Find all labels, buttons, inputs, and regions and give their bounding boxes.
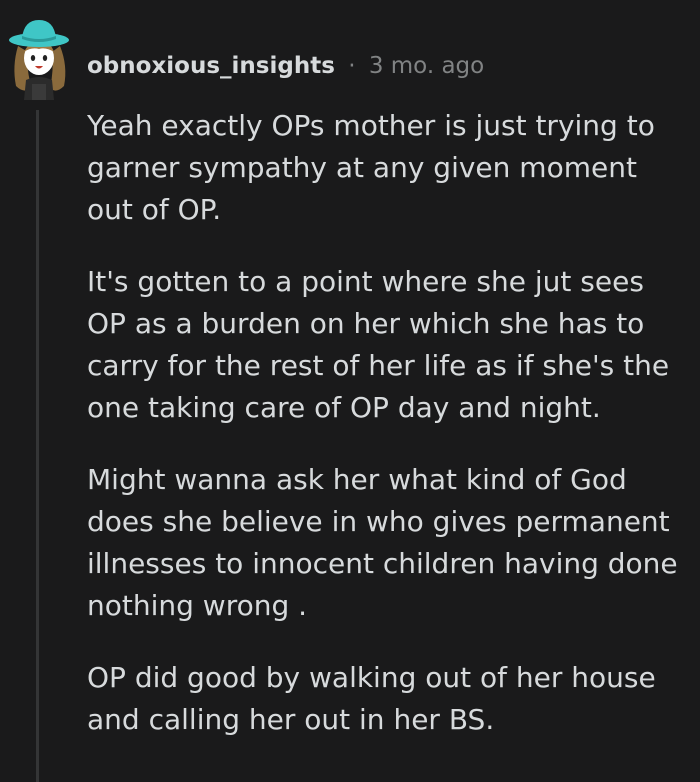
- thread-collapse-line[interactable]: [36, 110, 39, 782]
- username-link[interactable]: obnoxious_insights: [87, 53, 335, 79]
- comment-meta: obnoxious_insights · 3 mo. ago: [87, 52, 484, 80]
- comment-header: obnoxious_insights · 3 mo. ago: [0, 12, 700, 120]
- user-avatar[interactable]: [6, 16, 72, 100]
- comment-paragraph: Yeah exactly OPs mother is just trying t…: [87, 109, 655, 226]
- comment-paragraph: OP did good by walking out of her house …: [87, 661, 656, 736]
- cartoon-avatar-icon: [9, 20, 69, 100]
- comment-paragraph: It's gotten to a point where she jut see…: [87, 265, 670, 424]
- comment-paragraph: Might wanna ask her what kind of God doe…: [87, 463, 678, 622]
- comment: obnoxious_insights · 3 mo. ago Yeah exac…: [0, 0, 700, 782]
- comment-timestamp[interactable]: 3 mo. ago: [369, 53, 484, 79]
- meta-separator: ·: [348, 53, 356, 79]
- comment-body: Yeah exactly OPs mother is just trying t…: [87, 105, 687, 771]
